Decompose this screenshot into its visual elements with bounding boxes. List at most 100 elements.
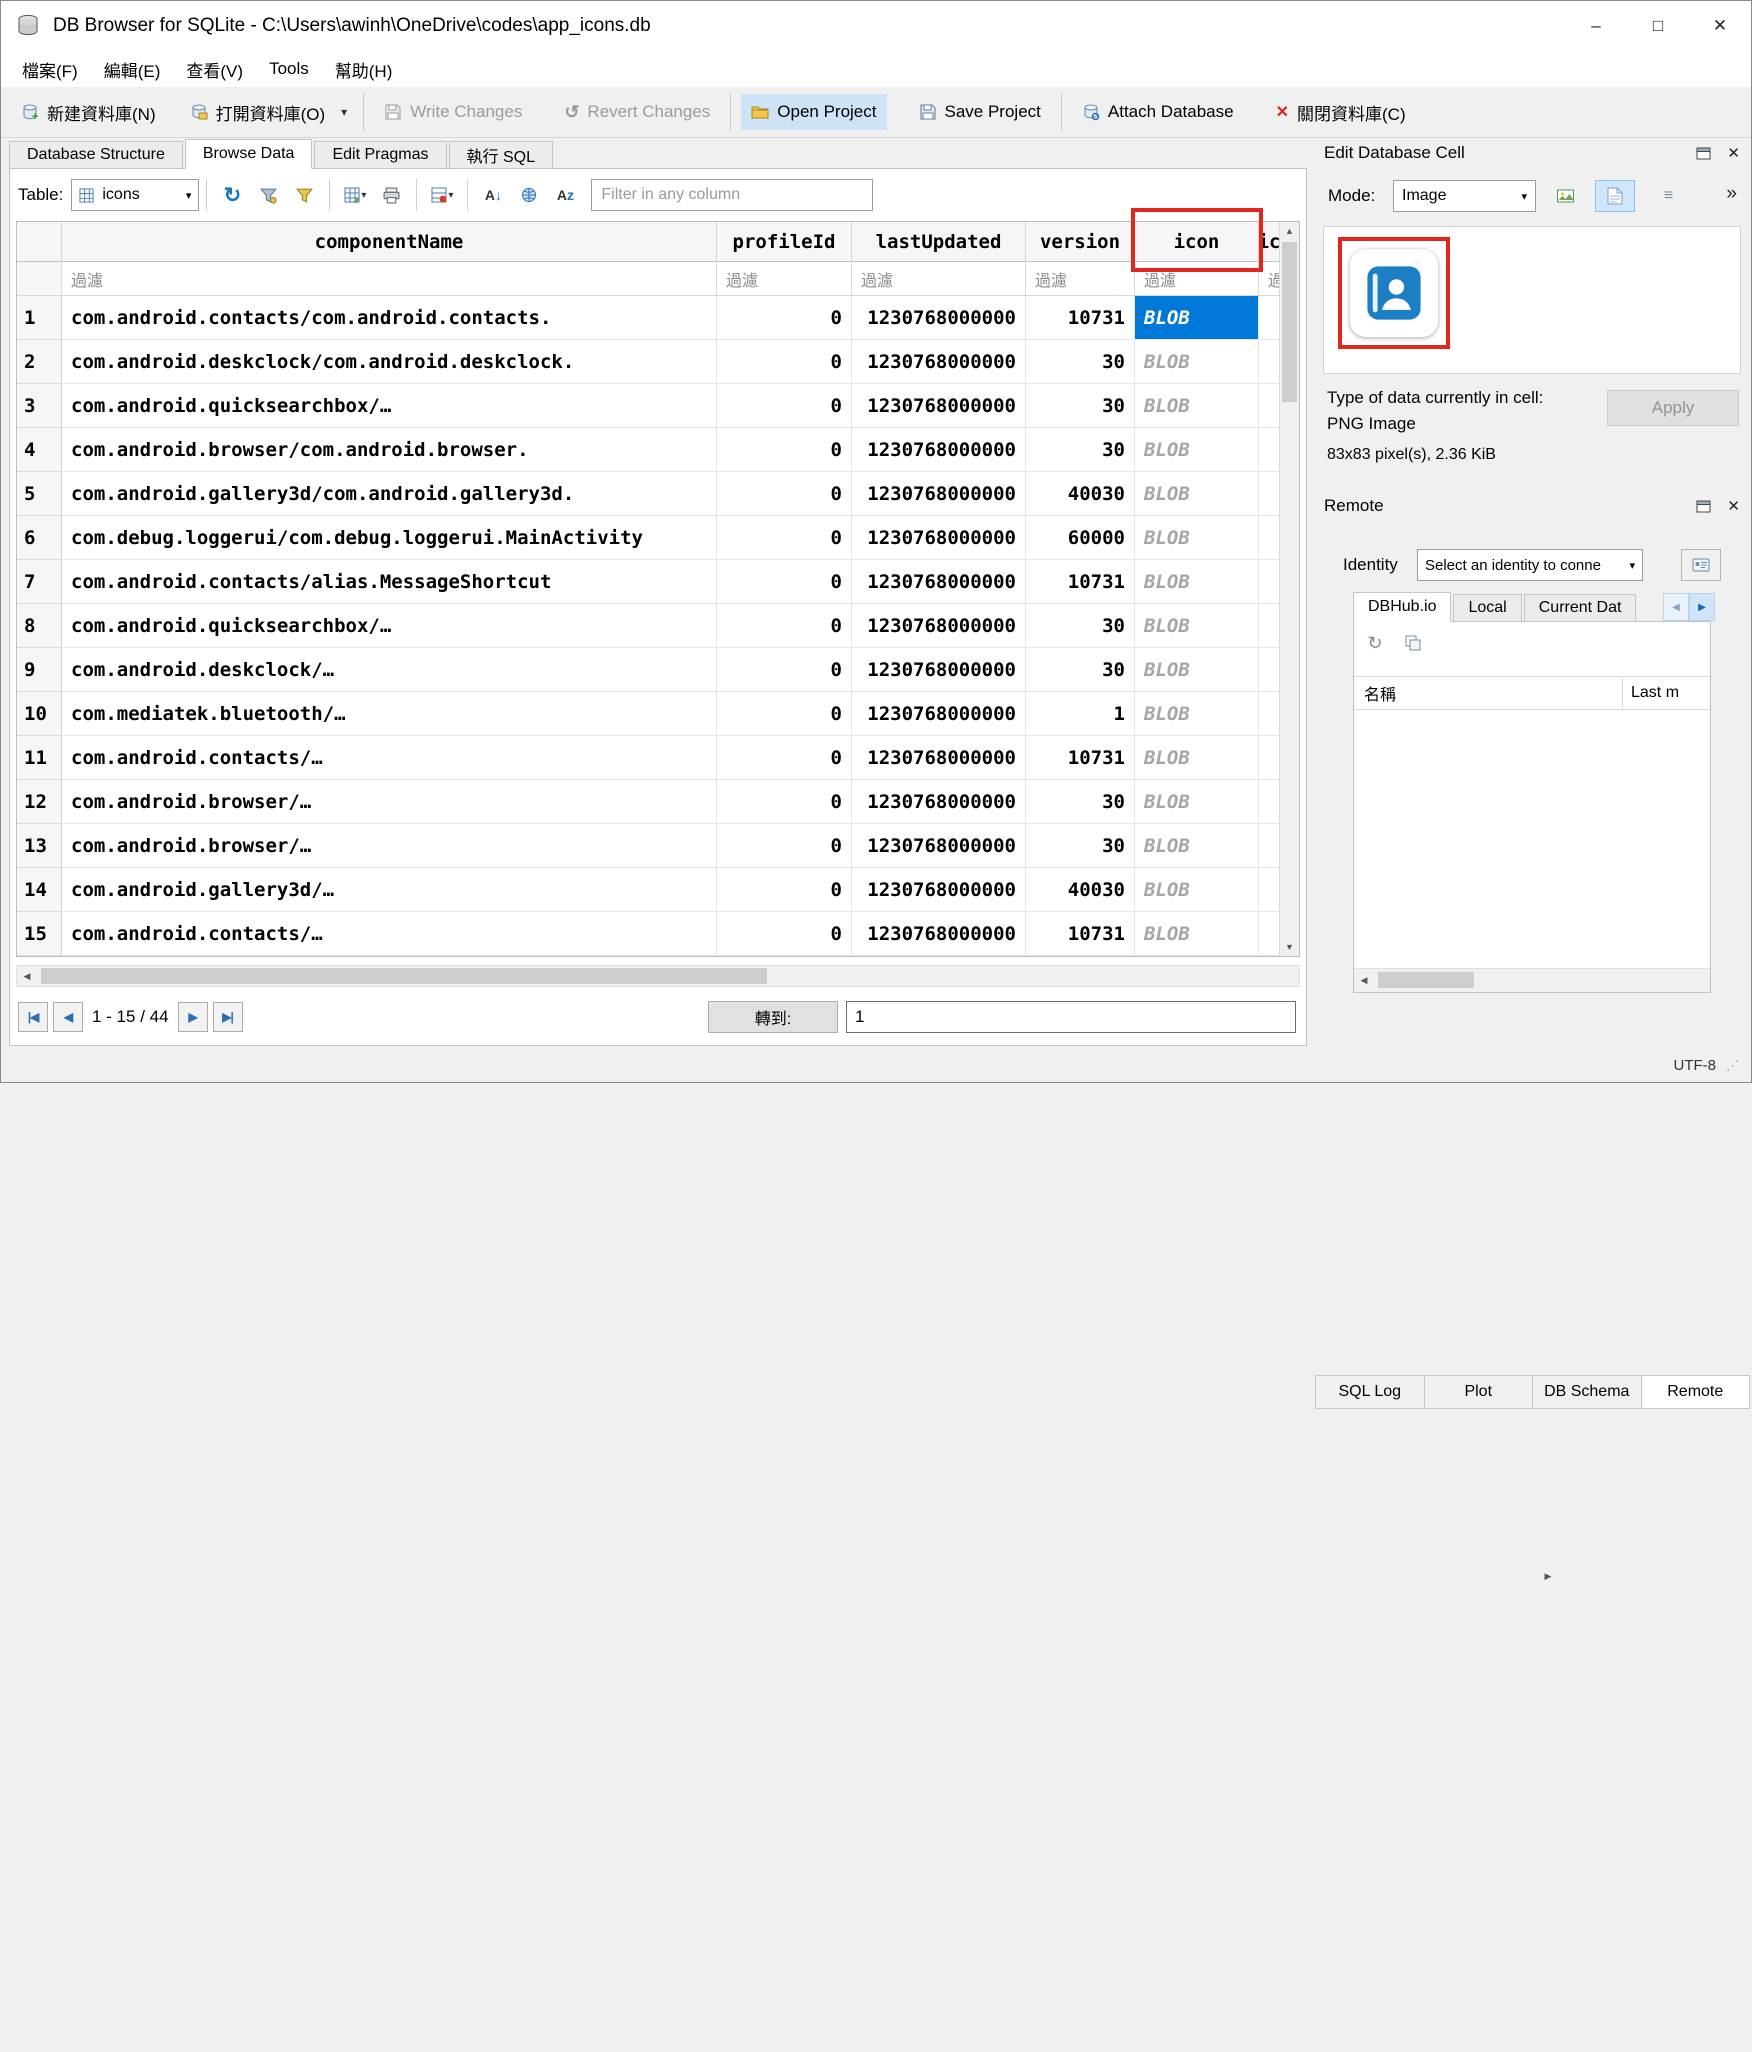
cell-version[interactable]: 40030 xyxy=(1026,868,1135,912)
cell-partial[interactable] xyxy=(1259,736,1279,780)
horizontal-scrollbar[interactable]: ◀ ▶ xyxy=(16,965,1300,987)
cell-componentName[interactable]: com.debug.loggerui/com.debug.loggerui.Ma… xyxy=(62,516,717,560)
cell-version[interactable]: 30 xyxy=(1026,780,1135,824)
table-row[interactable]: 1 com.android.contacts/com.android.conta… xyxy=(17,296,1279,340)
identity-select[interactable]: Select an identity to conne ▾ xyxy=(1417,549,1643,581)
main-tab[interactable]: Edit Pragmas xyxy=(314,141,446,169)
goto-input[interactable] xyxy=(846,1001,1296,1033)
col-header-lastUpdated[interactable]: lastUpdated xyxy=(852,222,1026,262)
cell-profileId[interactable]: 0 xyxy=(717,516,852,560)
menu-item[interactable]: Tools xyxy=(256,54,322,84)
row-number[interactable]: 4 xyxy=(17,428,62,472)
cell-partial[interactable] xyxy=(1259,384,1279,428)
cell-icon-blob[interactable]: BLOB xyxy=(1135,428,1259,472)
menu-item[interactable]: 查看(V) xyxy=(173,52,256,87)
cell-icon-blob[interactable]: BLOB xyxy=(1135,604,1259,648)
write-changes-button[interactable]: Write Changes xyxy=(374,94,532,130)
horizontal-scrollbar-thumb[interactable] xyxy=(41,968,767,984)
cell-partial[interactable] xyxy=(1259,516,1279,560)
cell-profileId[interactable]: 0 xyxy=(717,736,852,780)
cell-icon-blob[interactable]: BLOB xyxy=(1135,384,1259,428)
cell-version[interactable]: 30 xyxy=(1026,824,1135,868)
cell-lastUpdated[interactable]: 1230768000000 xyxy=(852,912,1026,956)
goto-button[interactable]: 轉到: xyxy=(708,1001,838,1033)
cell-componentName[interactable]: com.android.quicksearchbox/… xyxy=(62,604,717,648)
import-certificate-button[interactable] xyxy=(1681,549,1721,581)
close-button[interactable]: ✕ xyxy=(1689,1,1751,51)
cell-profileId[interactable]: 0 xyxy=(717,428,852,472)
cell-version[interactable]: 30 xyxy=(1026,428,1135,472)
table-row[interactable]: 11 com.android.contacts/… 0 123076800000… xyxy=(17,736,1279,780)
cell-lastUpdated[interactable]: 1230768000000 xyxy=(852,472,1026,516)
cell-profileId[interactable]: 0 xyxy=(717,340,852,384)
close-panel-icon[interactable]: ✕ xyxy=(1727,144,1740,162)
cell-partial[interactable] xyxy=(1259,472,1279,516)
table-row[interactable]: 15 com.android.contacts/… 0 123076800000… xyxy=(17,912,1279,956)
remote-refresh-button[interactable]: ↻ xyxy=(1362,630,1388,656)
open-project-button[interactable]: Open Project xyxy=(741,94,886,130)
cell-lastUpdated[interactable]: 1230768000000 xyxy=(852,868,1026,912)
cell-componentName[interactable]: com.android.contacts/… xyxy=(62,912,717,956)
cell-lastUpdated[interactable]: 1230768000000 xyxy=(852,780,1026,824)
cell-profileId[interactable]: 0 xyxy=(717,296,852,340)
row-number[interactable]: 3 xyxy=(17,384,62,428)
cell-componentName[interactable]: com.android.gallery3d/… xyxy=(62,868,717,912)
table-row[interactable]: 14 com.android.gallery3d/… 0 12307680000… xyxy=(17,868,1279,912)
cell-profileId[interactable]: 0 xyxy=(717,384,852,428)
dock-tab[interactable]: SQL Log xyxy=(1315,1375,1425,1409)
table-row[interactable]: 5 com.android.gallery3d/com.android.gall… xyxy=(17,472,1279,516)
cell-lastUpdated[interactable]: 1230768000000 xyxy=(852,516,1026,560)
vertical-scrollbar[interactable]: ▲ ▼ xyxy=(1279,222,1299,956)
conditional-formats-button[interactable] xyxy=(287,178,321,212)
cell-partial[interactable] xyxy=(1259,648,1279,692)
row-number[interactable]: 7 xyxy=(17,560,62,604)
revert-changes-button[interactable]: ↺ Revert Changes xyxy=(554,94,720,131)
menu-item[interactable]: 幫助(H) xyxy=(322,52,406,87)
cell-lastUpdated[interactable]: 1230768000000 xyxy=(852,824,1026,868)
cell-componentName[interactable]: com.android.contacts/… xyxy=(62,736,717,780)
dock-tab[interactable]: Plot xyxy=(1424,1375,1534,1409)
cell-componentName[interactable]: com.android.deskclock/… xyxy=(62,648,717,692)
cell-componentName[interactable]: com.android.browser/… xyxy=(62,824,717,868)
new-record-button[interactable]: ▾ xyxy=(425,178,459,212)
cell-version[interactable]: 30 xyxy=(1026,604,1135,648)
row-number[interactable]: 14 xyxy=(17,868,62,912)
cell-lastUpdated[interactable]: 1230768000000 xyxy=(852,604,1026,648)
cell-partial[interactable] xyxy=(1259,428,1279,472)
table-select[interactable]: icons ▾ xyxy=(71,179,199,211)
remote-scrollbar-thumb[interactable] xyxy=(1378,972,1474,988)
dock-tab[interactable]: Remote xyxy=(1641,1375,1751,1409)
cell-icon-blob[interactable]: BLOB xyxy=(1135,780,1259,824)
cell-componentName[interactable]: com.android.gallery3d/com.android.galler… xyxy=(62,472,717,516)
scroll-right-icon[interactable]: ▶ xyxy=(1331,1103,1752,2049)
filter-lastUpdated[interactable]: 過濾 xyxy=(852,262,1026,296)
open-database-button[interactable]: 打開資料庫(O) xyxy=(180,92,336,133)
cell-version[interactable]: 40030 xyxy=(1026,472,1135,516)
next-page-button[interactable]: ▶ xyxy=(178,1002,208,1032)
cell-icon-blob[interactable]: BLOB xyxy=(1135,692,1259,736)
cell-partial[interactable] xyxy=(1259,780,1279,824)
cell-version[interactable]: 30 xyxy=(1026,648,1135,692)
cell-version[interactable]: 30 xyxy=(1026,340,1135,384)
cell-componentName[interactable]: com.android.contacts/alias.MessageShortc… xyxy=(62,560,717,604)
cell-version[interactable]: 10731 xyxy=(1026,912,1135,956)
table-row[interactable]: 3 com.android.quicksearchbox/… 0 1230768… xyxy=(17,384,1279,428)
row-number[interactable]: 13 xyxy=(17,824,62,868)
tab-scroll-right-icon[interactable]: ▶ xyxy=(1689,593,1715,621)
col-header-profileId[interactable]: profileId xyxy=(717,222,852,262)
scroll-down-icon[interactable]: ▼ xyxy=(1280,938,1299,956)
sort-az-button[interactable]: Az xyxy=(548,178,582,212)
row-number[interactable]: 11 xyxy=(17,736,62,780)
open-database-dropdown-icon[interactable]: ▾ xyxy=(335,97,353,127)
cell-lastUpdated[interactable]: 1230768000000 xyxy=(852,340,1026,384)
cell-lastUpdated[interactable]: 1230768000000 xyxy=(852,560,1026,604)
cell-icon-blob[interactable]: BLOB xyxy=(1135,648,1259,692)
table-row[interactable]: 2 com.android.deskclock/com.android.desk… xyxy=(17,340,1279,384)
cell-icon-blob[interactable]: BLOB xyxy=(1135,736,1259,780)
scroll-left-icon[interactable]: ◀ xyxy=(17,966,37,986)
cell-partial[interactable] xyxy=(1259,296,1279,340)
cell-icon-blob[interactable]: BLOB xyxy=(1135,824,1259,868)
edit-records-button[interactable]: ▾ xyxy=(338,178,372,212)
cell-profileId[interactable]: 0 xyxy=(717,604,852,648)
row-number[interactable]: 12 xyxy=(17,780,62,824)
